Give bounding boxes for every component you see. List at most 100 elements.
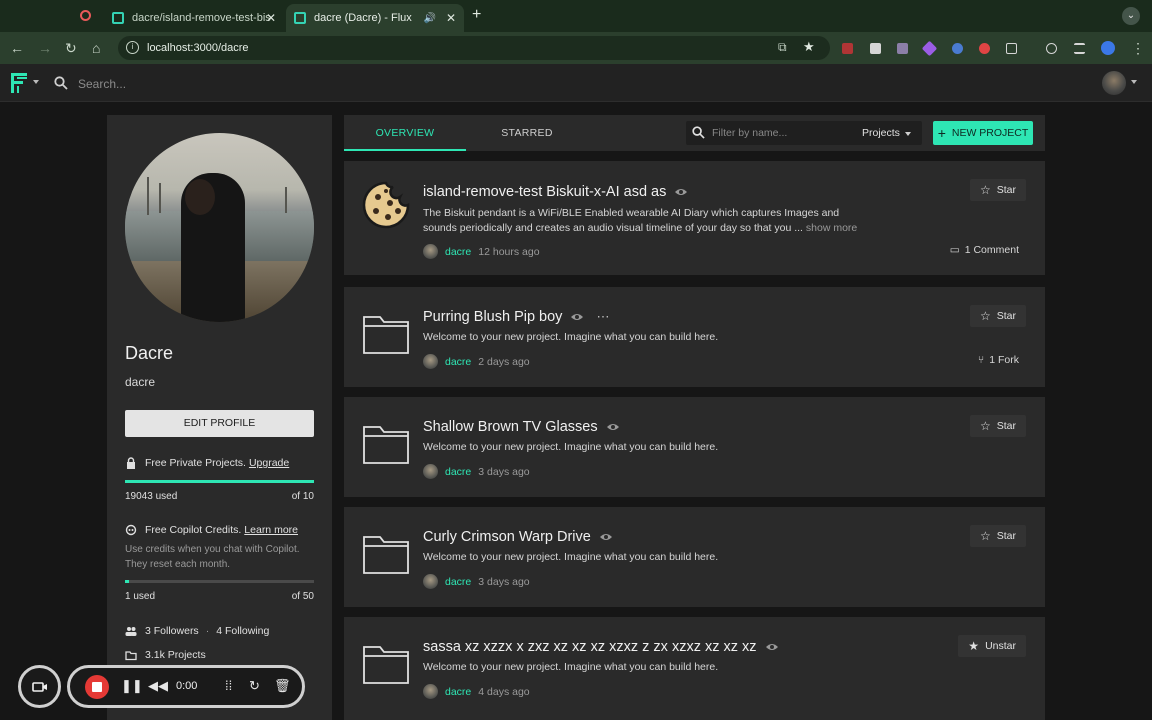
bookmark-star-icon[interactable]: ★ xyxy=(803,39,815,55)
projects-count[interactable]: 3.1k Projects xyxy=(145,649,206,661)
grid-icon[interactable]: ⁞⁞ xyxy=(225,678,232,693)
extension-icon[interactable] xyxy=(952,43,963,54)
tab-overview[interactable]: OVERVIEW xyxy=(344,115,466,151)
comments-count[interactable]: ▭ 1 Comment xyxy=(950,244,1019,256)
project-card[interactable]: Shallow Brown TV Glasses Welcome to your… xyxy=(344,397,1045,497)
new-tab-button[interactable]: + xyxy=(472,6,481,24)
project-card[interactable]: island-remove-test Biskuit-x-AI asd as T… xyxy=(344,161,1045,275)
star-label: Unstar xyxy=(985,640,1016,652)
browser-tab-2[interactable]: dacre (Dacre) - Flux 🔊 ✕ xyxy=(286,4,464,32)
owner-link[interactable]: dacre xyxy=(445,686,471,698)
edit-profile-button[interactable]: EDIT PROFILE xyxy=(125,410,314,437)
address-bar[interactable]: i localhost:3000/dacre ⧉ ★ xyxy=(118,36,830,60)
project-card[interactable]: sassa xz xzzx x zxz xz xz xz xzxz z zx x… xyxy=(344,617,1045,720)
sync-icon[interactable] xyxy=(1046,43,1057,54)
home-icon[interactable]: ⌂ xyxy=(92,40,100,56)
close-tab-icon[interactable]: ✕ xyxy=(446,11,456,25)
project-description: Welcome to your new project. Imagine wha… xyxy=(423,551,719,563)
comments-label: 1 Comment xyxy=(964,244,1019,256)
show-more-link[interactable]: show more xyxy=(806,222,857,234)
learn-more-link[interactable]: Learn more xyxy=(244,524,298,536)
project-card[interactable]: Purring Blush Pip boy ⋯ Welcome to your … xyxy=(344,287,1045,387)
star-button[interactable]: ☆ Star xyxy=(969,415,1026,437)
url-text[interactable]: localhost:3000/dacre xyxy=(147,42,249,54)
stop-recording-button[interactable] xyxy=(85,675,109,699)
profile-avatar xyxy=(125,133,314,322)
browser-tab-1[interactable]: dacre/island-remove-test-bis ✕ xyxy=(104,4,284,32)
chevron-down-icon[interactable] xyxy=(1131,80,1137,84)
audio-icon[interactable]: 🔊 xyxy=(424,13,436,24)
owner-avatar[interactable] xyxy=(423,684,438,699)
folder-icon xyxy=(363,646,409,684)
star-button[interactable]: ☆ Star xyxy=(969,525,1026,547)
browser-menu-icon[interactable]: ⋮ xyxy=(1131,40,1145,57)
close-tab-icon[interactable]: ✕ xyxy=(266,11,276,25)
back-icon[interactable]: ← xyxy=(10,40,24,56)
media-controls-icon[interactable] xyxy=(1074,43,1085,54)
project-title[interactable]: island-remove-test Biskuit-x-AI asd as xyxy=(423,184,688,200)
forks-count[interactable]: ⑂ 1 Fork xyxy=(978,354,1019,366)
reload-icon[interactable]: ↻ xyxy=(65,40,77,57)
extension-icon[interactable] xyxy=(921,40,938,57)
owner-avatar[interactable] xyxy=(423,574,438,589)
project-title-text[interactable]: Curly Crimson Warp Drive xyxy=(423,529,591,545)
extensions-puzzle-icon[interactable] xyxy=(1006,43,1017,54)
copilot-credits-limit: of 50 xyxy=(291,591,314,602)
flux-logo-icon[interactable] xyxy=(10,72,28,94)
following-link[interactable]: 4 Following xyxy=(216,625,269,637)
chevron-down-icon[interactable] xyxy=(905,132,911,136)
owner-avatar[interactable] xyxy=(423,354,438,369)
eye-icon xyxy=(606,424,619,430)
followers-link[interactable]: 3 Followers xyxy=(145,625,199,637)
chevron-down-icon[interactable] xyxy=(33,80,39,84)
project-card[interactable]: Curly Crimson Warp Drive Welcome to your… xyxy=(344,507,1045,607)
user-avatar[interactable] xyxy=(1102,71,1126,95)
profile-name: Dacre xyxy=(125,343,174,363)
open-external-icon[interactable]: ⧉ xyxy=(778,40,787,55)
star-button[interactable]: ☆ Star xyxy=(969,179,1026,201)
trash-icon[interactable]: 🗑 xyxy=(274,678,291,694)
project-title[interactable]: Shallow Brown TV Glasses xyxy=(423,419,620,435)
project-title-text[interactable]: Shallow Brown TV Glasses xyxy=(423,419,598,435)
owner-avatar[interactable] xyxy=(423,244,438,259)
owner-link[interactable]: dacre xyxy=(445,466,471,478)
owner-link[interactable]: dacre xyxy=(445,356,471,368)
filter-type-select[interactable]: Projects xyxy=(862,127,900,139)
owner-link[interactable]: dacre xyxy=(445,246,471,258)
tab-starred[interactable]: STARRED xyxy=(466,115,588,151)
global-search-input[interactable]: Search... xyxy=(78,77,126,91)
star-button[interactable]: ☆ Star xyxy=(969,305,1026,327)
extension-icon[interactable] xyxy=(870,43,881,54)
owner-link[interactable]: dacre xyxy=(445,576,471,588)
project-time: 12 hours ago xyxy=(478,245,540,258)
search-icon xyxy=(692,126,705,139)
project-title[interactable]: sassa xz xzzx x zxz xz xz xz xzxz z zx x… xyxy=(423,639,779,655)
tab-search-icon[interactable]: ⌄ xyxy=(1122,7,1140,25)
rewind-icon[interactable]: ◀◀ xyxy=(148,678,168,694)
folder-icon xyxy=(363,316,409,354)
upgrade-link[interactable]: Upgrade xyxy=(249,457,289,469)
pause-icon[interactable]: ❚❚ xyxy=(121,678,143,694)
forward-icon[interactable]: → xyxy=(38,40,52,56)
restart-icon[interactable]: ↻ xyxy=(249,678,260,694)
project-title[interactable]: Purring Blush Pip boy ⋯ xyxy=(423,309,609,325)
extension-icon[interactable] xyxy=(897,43,908,54)
project-title-text[interactable]: Purring Blush Pip boy xyxy=(423,309,562,325)
project-title-text[interactable]: sassa xz xzzx x zxz xz xz xz xzxz z zx x… xyxy=(423,639,757,655)
copilot-icon xyxy=(125,524,137,536)
owner-avatar[interactable] xyxy=(423,464,438,479)
extension-icon[interactable] xyxy=(842,43,853,54)
profile-avatar-icon[interactable] xyxy=(1101,41,1115,55)
project-title-text[interactable]: island-remove-test Biskuit-x-AI asd as xyxy=(423,184,666,200)
more-options-icon[interactable]: ⋯ xyxy=(596,309,609,325)
new-project-button[interactable]: + NEW PROJECT xyxy=(933,121,1033,145)
project-description: Welcome to your new project. Imagine wha… xyxy=(423,661,719,673)
site-info-icon[interactable]: i xyxy=(126,41,139,54)
extension-icon[interactable] xyxy=(979,43,990,54)
camera-toggle-button[interactable] xyxy=(18,665,61,708)
project-time: 3 days ago xyxy=(478,465,530,478)
unstar-button[interactable]: ★ Unstar xyxy=(958,635,1026,657)
star-label: Star xyxy=(996,184,1016,196)
filter-input[interactable]: Filter by name... xyxy=(712,127,787,139)
project-title[interactable]: Curly Crimson Warp Drive xyxy=(423,529,613,545)
